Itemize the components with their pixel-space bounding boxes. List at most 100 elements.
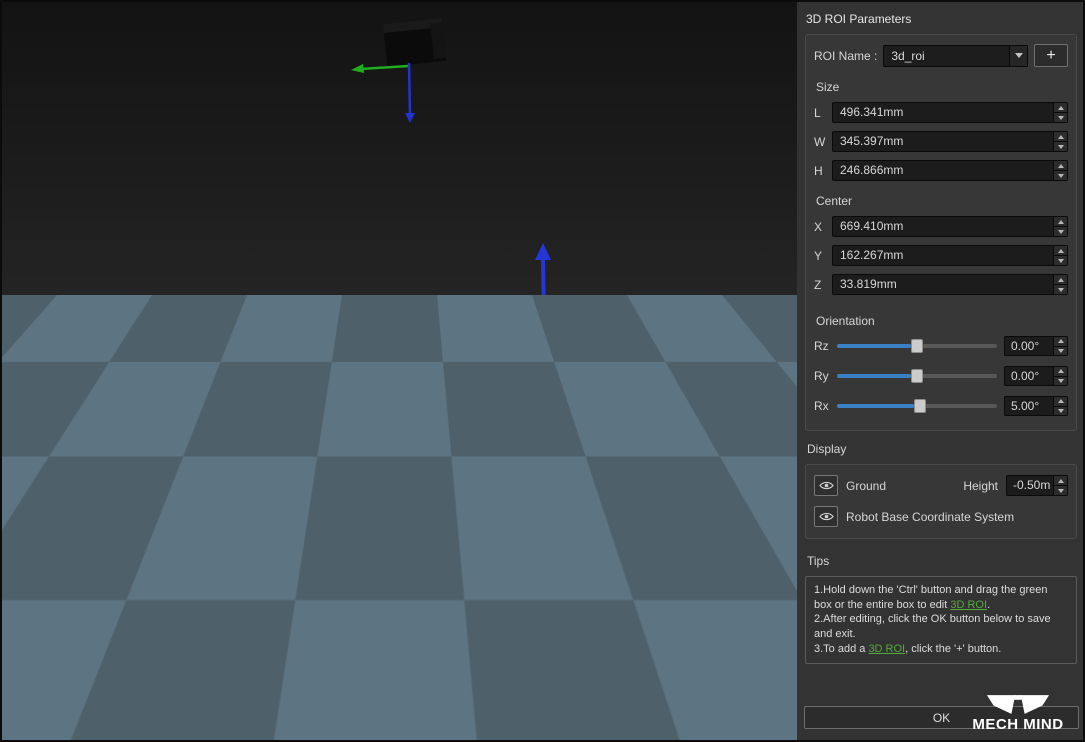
ground-label: Ground bbox=[846, 479, 886, 493]
spin-down-icon[interactable] bbox=[1054, 486, 1067, 495]
ry-label: Ry bbox=[814, 369, 830, 383]
spin-down-icon[interactable] bbox=[1054, 256, 1067, 265]
center-y-value: 162.267mm bbox=[840, 246, 903, 265]
center-z-input[interactable]: 33.819mm bbox=[832, 274, 1068, 295]
ground-height-input[interactable]: -0.50m bbox=[1006, 475, 1068, 496]
ground-visibility-button[interactable] bbox=[814, 475, 838, 496]
spin-up-icon[interactable] bbox=[1054, 161, 1067, 171]
app-window: Robot Base Coordinate System Z X Y 3D RO… bbox=[0, 0, 1085, 742]
tips-heading: Tips bbox=[807, 554, 1077, 568]
tip-2-text: 2.After editing, click the OK button bel… bbox=[814, 613, 1051, 640]
spin-down-icon[interactable] bbox=[1054, 285, 1067, 294]
tip-3-tail: , click the '+' button. bbox=[905, 643, 1001, 655]
slider-handle[interactable] bbox=[914, 399, 926, 413]
display-heading: Display bbox=[807, 442, 1077, 456]
spin-up-icon[interactable] bbox=[1054, 275, 1067, 285]
ry-slider[interactable] bbox=[837, 368, 997, 384]
spin-up-icon[interactable] bbox=[1054, 246, 1067, 256]
roi-box[interactable] bbox=[309, 356, 488, 458]
center-x-input[interactable]: 669.410mm bbox=[832, 216, 1068, 237]
size-h-label: H bbox=[814, 164, 825, 178]
spin-down-icon[interactable] bbox=[1054, 142, 1067, 151]
spin-up-icon[interactable] bbox=[1054, 476, 1067, 486]
center-y-spinner bbox=[1053, 246, 1067, 265]
ground-height-value: -0.50m bbox=[1013, 476, 1050, 495]
size-w-value: 345.397mm bbox=[840, 132, 903, 151]
mech-mind-logo-text: MECH MIND bbox=[955, 716, 1081, 733]
roi-name-dropdown[interactable]: 3d_roi bbox=[883, 45, 1028, 67]
center-z-spinner bbox=[1053, 275, 1067, 294]
rx-slider[interactable] bbox=[837, 398, 997, 414]
height-label: Height bbox=[963, 479, 998, 493]
rz-value-input[interactable]: 0.00° bbox=[1004, 336, 1068, 356]
ry-value-input[interactable]: 0.00° bbox=[1004, 366, 1068, 386]
center-x-spinner bbox=[1053, 217, 1067, 236]
slider-handle[interactable] bbox=[911, 369, 923, 383]
center-y-label: Y bbox=[814, 249, 825, 263]
size-l-value: 496.341mm bbox=[840, 103, 903, 122]
spin-down-icon[interactable] bbox=[1054, 171, 1067, 180]
size-row-l: L 496.341mm bbox=[814, 102, 1068, 123]
tips-box: 1.Hold down the 'Ctrl' button and drag t… bbox=[805, 576, 1077, 664]
tip-3-text: 3.To add a bbox=[814, 643, 868, 655]
size-h-value: 246.866mm bbox=[840, 161, 903, 180]
orientation-row-rx: Rx 5.00° bbox=[814, 396, 1068, 416]
height-spinner bbox=[1053, 476, 1067, 495]
roi-parameters-panel: 3D ROI Parameters ROI Name : 3d_roi + Si… bbox=[797, 2, 1083, 740]
spin-down-icon[interactable] bbox=[1054, 407, 1067, 416]
center-row-x: X 669.410mm bbox=[814, 216, 1068, 237]
ry-value: 0.00° bbox=[1011, 367, 1039, 385]
rz-spinner bbox=[1053, 337, 1067, 355]
center-row-y: Y 162.267mm bbox=[814, 245, 1068, 266]
3d-viewport[interactable]: Robot Base Coordinate System Z X Y bbox=[2, 2, 797, 740]
size-h-input[interactable]: 246.866mm bbox=[832, 160, 1068, 181]
rz-slider[interactable] bbox=[837, 338, 997, 354]
spin-up-icon[interactable] bbox=[1054, 337, 1067, 347]
camera-z-axis-arrow bbox=[405, 63, 415, 123]
rx-value-input[interactable]: 5.00° bbox=[1004, 396, 1068, 416]
spin-down-icon[interactable] bbox=[1054, 347, 1067, 356]
tip-2: 2.After editing, click the OK button bel… bbox=[814, 612, 1068, 641]
rx-label: Rx bbox=[814, 399, 830, 413]
spin-down-icon[interactable] bbox=[1054, 113, 1067, 122]
center-y-input[interactable]: 162.267mm bbox=[832, 245, 1068, 266]
panel-title: 3D ROI Parameters bbox=[806, 12, 1077, 26]
scene-overlay: Robot Base Coordinate System Z X Y bbox=[2, 2, 797, 740]
tip-3-roi-link[interactable]: 3D ROI bbox=[868, 643, 905, 655]
size-w-input[interactable]: 345.397mm bbox=[832, 131, 1068, 152]
eye-icon bbox=[819, 481, 834, 490]
mech-mind-logo: MECH MIND bbox=[955, 694, 1081, 733]
slider-fill bbox=[837, 344, 911, 348]
size-l-input[interactable]: 496.341mm bbox=[832, 102, 1068, 123]
rx-value: 5.00° bbox=[1011, 397, 1039, 415]
robot-base-display-row: Robot Base Coordinate System bbox=[814, 504, 1068, 529]
orientation-row-ry: Ry 0.00° bbox=[814, 366, 1068, 386]
spin-down-icon[interactable] bbox=[1054, 377, 1067, 386]
robot-base-label: Robot Base Coordinate System bbox=[539, 367, 797, 388]
spin-up-icon[interactable] bbox=[1054, 217, 1067, 227]
rx-spinner bbox=[1053, 397, 1067, 415]
spin-down-icon[interactable] bbox=[1054, 227, 1067, 236]
mini-axis-x-label: X bbox=[7, 693, 16, 708]
robot-base-visibility-button[interactable] bbox=[814, 506, 838, 527]
camera-model[interactable] bbox=[383, 18, 446, 67]
robot-base-display-label: Robot Base Coordinate System bbox=[846, 510, 1014, 524]
slider-handle[interactable] bbox=[911, 339, 923, 353]
spin-up-icon[interactable] bbox=[1054, 397, 1067, 407]
spin-up-icon[interactable] bbox=[1054, 103, 1067, 113]
rz-value: 0.00° bbox=[1011, 337, 1039, 355]
roi-name-label: ROI Name : bbox=[814, 49, 877, 63]
robot-base-axes bbox=[468, 243, 609, 419]
tip-3: 3.To add a 3D ROI, click the '+' button. bbox=[814, 642, 1068, 657]
tip-1-roi-link[interactable]: 3D ROI bbox=[950, 599, 987, 611]
spin-up-icon[interactable] bbox=[1054, 367, 1067, 377]
dropdown-arrow-icon[interactable] bbox=[1009, 46, 1027, 66]
ground-display-row: Ground Height -0.50m bbox=[814, 473, 1068, 498]
size-l-label: L bbox=[814, 106, 825, 120]
spin-up-icon[interactable] bbox=[1054, 132, 1067, 142]
tip-1-period: . bbox=[987, 599, 990, 611]
add-roi-button[interactable]: + bbox=[1034, 44, 1068, 67]
size-w-label: W bbox=[814, 135, 825, 149]
center-x-value: 669.410mm bbox=[840, 217, 903, 236]
roi-parameters-group: ROI Name : 3d_roi + Size L 496.341mm W 3… bbox=[805, 34, 1077, 431]
